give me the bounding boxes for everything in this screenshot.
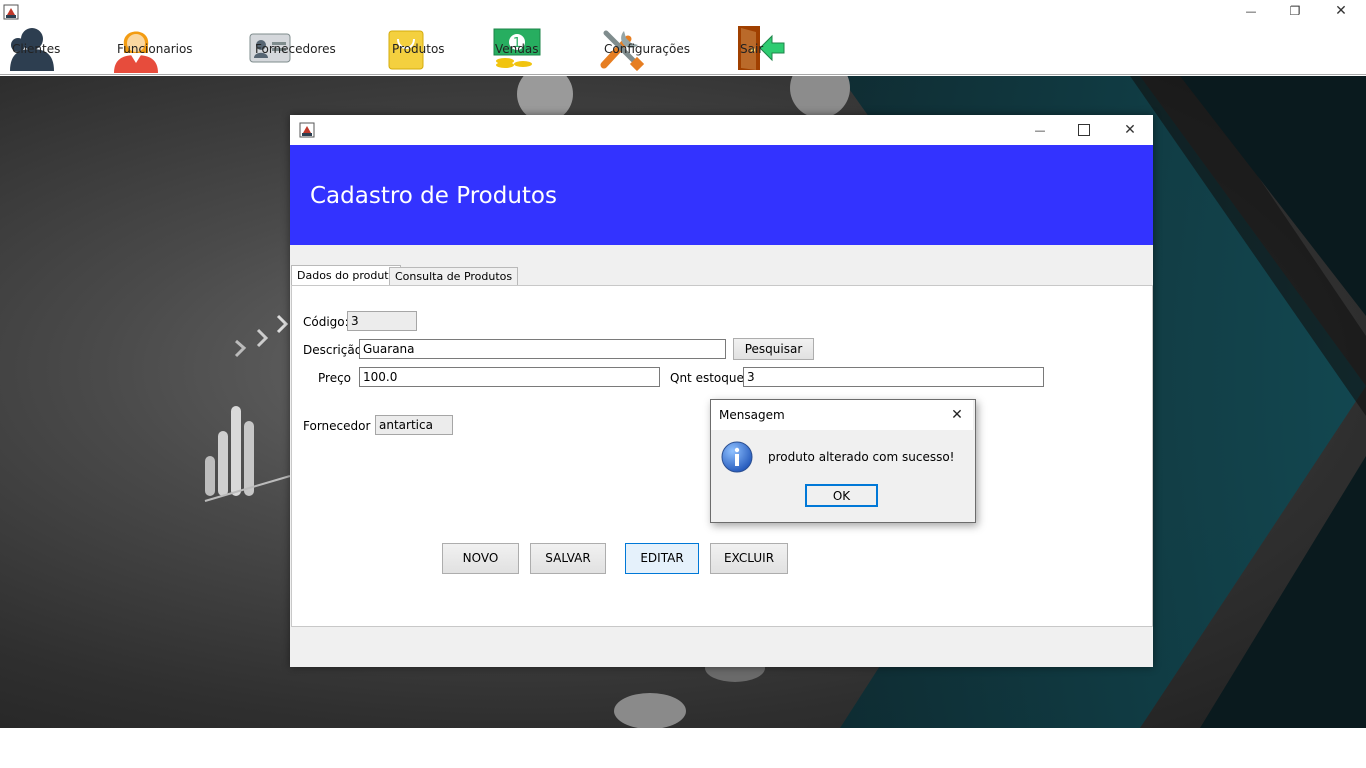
- tab-dados-do-produto[interactable]: Dados do produto: [291, 265, 402, 287]
- minimize-button[interactable]: —: [1017, 119, 1063, 141]
- main-title-bar: — ❐ ✕: [0, 0, 1366, 24]
- close-icon: ✕: [1124, 122, 1136, 138]
- menu-label: Vendas: [495, 42, 539, 56]
- menu-produtos[interactable]: Produtos: [386, 24, 445, 74]
- menu-label: Configurações: [604, 42, 690, 56]
- close-icon: ✕: [1335, 3, 1347, 19]
- menu-clientes[interactable]: Clientes: [6, 24, 60, 74]
- form-header: Cadastro de Produtos: [290, 145, 1153, 245]
- menu-funcionarios[interactable]: Funcionarios: [111, 24, 193, 74]
- close-icon: ✕: [951, 407, 963, 423]
- qnt-estoque-field[interactable]: 3: [743, 367, 1044, 387]
- restore-icon: ❐: [1289, 4, 1301, 18]
- novo-button[interactable]: NOVO: [442, 543, 519, 574]
- qnt-estoque-label: Qnt estoque: [670, 371, 744, 385]
- info-icon: [721, 441, 753, 476]
- editar-button[interactable]: EDITAR: [625, 543, 699, 574]
- menu-fornecedores[interactable]: Fornecedores: [249, 24, 336, 74]
- dialog-message: produto alterado com sucesso!: [768, 450, 955, 464]
- menu-label: Produtos: [392, 42, 445, 56]
- pesquisar-button[interactable]: Pesquisar: [733, 338, 814, 360]
- produtos-window-title-bar: — ✕: [290, 115, 1153, 145]
- menu-label: Sair: [740, 42, 764, 56]
- dialog-title-bar: Mensagem ✕: [711, 400, 973, 430]
- menu-vendas[interactable]: 1 Vendas: [493, 24, 541, 74]
- menu-configuracoes[interactable]: Configurações: [598, 24, 690, 74]
- java-coffee-icon: [299, 122, 315, 138]
- minimize-button[interactable]: —: [1228, 0, 1274, 22]
- message-dialog: Mensagem ✕ produto alterado com sucesso!…: [710, 399, 976, 523]
- dialog-close-button[interactable]: ✕: [943, 404, 971, 426]
- fornecedor-select[interactable]: antartica: [375, 415, 453, 435]
- minimize-icon: —: [1245, 4, 1257, 18]
- codigo-field[interactable]: 3: [347, 311, 417, 331]
- maximize-button[interactable]: ❐: [1272, 0, 1318, 22]
- excluir-button[interactable]: EXCLUIR: [710, 543, 788, 574]
- salvar-button[interactable]: SALVAR: [530, 543, 606, 574]
- minimize-icon: —: [1034, 123, 1046, 137]
- produtos-window: — ✕ Cadastro de Produtos Dados do produt…: [290, 115, 1153, 667]
- preco-field[interactable]: 100.0: [359, 367, 660, 387]
- preco-label: Preço: [318, 371, 352, 385]
- descricao-field[interactable]: Guarana: [359, 339, 726, 359]
- tab-label: Consulta de Produtos: [395, 270, 513, 283]
- maximize-icon: [1078, 124, 1090, 136]
- close-button[interactable]: ✕: [1107, 119, 1153, 141]
- descricao-label: Descrição: [303, 343, 363, 357]
- ok-button[interactable]: OK: [805, 484, 878, 507]
- menu-label: Funcionarios: [117, 42, 193, 56]
- menu-bar: Clientes Funcionarios Fornecedores Produ…: [0, 24, 1366, 75]
- fornecedor-label: Fornecedor: [303, 419, 371, 433]
- tab-consulta-de-produtos[interactable]: Consulta de Produtos: [389, 267, 519, 286]
- java-coffee-icon: [3, 4, 19, 20]
- close-button[interactable]: ✕: [1318, 0, 1364, 22]
- menu-label: Clientes: [12, 42, 61, 56]
- menu-label: Fornecedores: [255, 42, 336, 56]
- menu-sair[interactable]: Sair: [736, 24, 786, 74]
- dialog-title: Mensagem: [719, 408, 785, 422]
- tab-label: Dados do produto: [297, 269, 396, 282]
- bottom-strip: [0, 728, 1366, 768]
- page-title: Cadastro de Produtos: [310, 183, 557, 209]
- codigo-label: Código:: [303, 315, 349, 329]
- maximize-button[interactable]: [1061, 119, 1107, 141]
